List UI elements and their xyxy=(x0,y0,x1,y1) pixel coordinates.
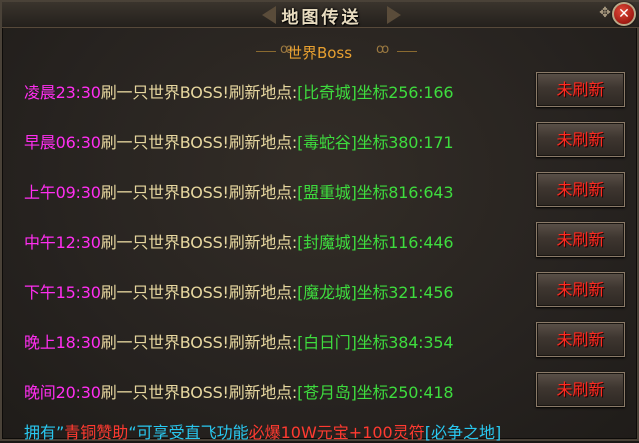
refresh-status-button[interactable]: 未刷新 xyxy=(536,72,625,107)
row-desc: 刷一只世界BOSS!刷新地点: xyxy=(100,333,298,352)
title-ornament-right xyxy=(387,6,401,24)
footer-text-4: 必爆10W元宝+100灵符 xyxy=(248,423,425,442)
refresh-status-button[interactable]: 未刷新 xyxy=(536,322,625,357)
row-time: 下午15:30 xyxy=(24,283,101,302)
refresh-status-button[interactable]: 未刷新 xyxy=(536,272,625,307)
boss-row: 凌晨23:30刷一只世界BOSS!刷新地点:[比奇城]坐标256:166 未刷新 xyxy=(2,70,639,110)
divider-right xyxy=(397,51,417,52)
boss-row-text: 中午12:30刷一只世界BOSS!刷新地点:[封魔城]坐标116:446 xyxy=(24,229,454,253)
footer-link[interactable]: [必争之地] xyxy=(425,423,502,442)
swirl-right-icon: ꝏ xyxy=(376,42,390,57)
boss-row-text: 上午09:30刷一只世界BOSS!刷新地点:[盟重城]坐标816:643 xyxy=(24,179,454,203)
row-coord: 坐标250:418 xyxy=(356,383,454,402)
row-desc: 刷一只世界BOSS!刷新地点: xyxy=(100,233,298,252)
row-coord: 坐标816:643 xyxy=(356,183,454,202)
row-desc: 刷一只世界BOSS!刷新地点: xyxy=(100,183,298,202)
teleport-window: 地图传送 ✥ ✕ ꝏ 世界Boss ꝏ 凌晨23:30刷一只世界BOSS!刷新地… xyxy=(0,0,639,443)
boss-row-text: 晚间20:30刷一只世界BOSS!刷新地点:[苍月岛]坐标250:418 xyxy=(24,379,454,403)
row-coord: 坐标256:166 xyxy=(356,83,454,102)
row-desc: 刷一只世界BOSS!刷新地点: xyxy=(100,133,298,152)
boss-row: 晚上18:30刷一只世界BOSS!刷新地点:[白日门]坐标384:354 未刷新 xyxy=(2,320,639,360)
row-place: [封魔城] xyxy=(297,233,357,252)
section-header: ꝏ 世界Boss ꝏ xyxy=(2,42,637,62)
row-place: [白日门] xyxy=(297,333,357,352)
refresh-status-button[interactable]: 未刷新 xyxy=(536,122,625,157)
close-button[interactable]: ✕ xyxy=(612,2,636,26)
boss-row: 上午09:30刷一只世界BOSS!刷新地点:[盟重城]坐标816:643 未刷新 xyxy=(2,170,639,210)
boss-row-text: 下午15:30刷一只世界BOSS!刷新地点:[魔龙城]坐标321:456 xyxy=(24,279,454,303)
row-desc: 刷一只世界BOSS!刷新地点: xyxy=(100,383,298,402)
boss-row: 下午15:30刷一只世界BOSS!刷新地点:[魔龙城]坐标321:456 未刷新 xyxy=(2,270,639,310)
row-place: [盟重城] xyxy=(297,183,357,202)
row-coord: 坐标116:446 xyxy=(356,233,454,252)
footer-text-1: 拥有” xyxy=(24,423,65,442)
row-time: 凌晨23:30 xyxy=(24,83,101,102)
boss-row: 早晨06:30刷一只世界BOSS!刷新地点:[毒蛇谷]坐标380:171 未刷新 xyxy=(2,120,639,160)
row-place: [毒蛇谷] xyxy=(297,133,357,152)
boss-row-text: 凌晨23:30刷一只世界BOSS!刷新地点:[比奇城]坐标256:166 xyxy=(24,79,454,103)
sponsor-footer: 拥有”青铜赞助“可享受直飞功能必爆10W元宝+100灵符[必争之地] xyxy=(24,419,501,443)
row-desc: 刷一只世界BOSS!刷新地点: xyxy=(100,83,298,102)
row-place: [苍月岛] xyxy=(297,383,357,402)
row-coord: 坐标380:171 xyxy=(356,133,454,152)
boss-row: 晚间20:30刷一只世界BOSS!刷新地点:[苍月岛]坐标250:418 未刷新 xyxy=(2,370,639,410)
footer-text-3: “可享受直飞功能 xyxy=(128,423,249,442)
boss-row-text: 晚上18:30刷一只世界BOSS!刷新地点:[白日门]坐标384:354 xyxy=(24,329,454,353)
title-bar[interactable]: 地图传送 xyxy=(2,2,639,28)
refresh-status-button[interactable]: 未刷新 xyxy=(536,222,625,257)
close-icon: ✕ xyxy=(618,6,630,22)
row-time: 中午12:30 xyxy=(24,233,101,252)
close-area: ✥ ✕ xyxy=(596,0,639,30)
row-time: 上午09:30 xyxy=(24,183,101,202)
row-place: [魔龙城] xyxy=(297,283,357,302)
row-place: [比奇城] xyxy=(297,83,357,102)
row-desc: 刷一只世界BOSS!刷新地点: xyxy=(100,283,298,302)
refresh-status-button[interactable]: 未刷新 xyxy=(536,372,625,407)
boss-row: 中午12:30刷一只世界BOSS!刷新地点:[封魔城]坐标116:446 未刷新 xyxy=(2,220,639,260)
swirl-left-icon: ꝏ xyxy=(280,42,294,57)
row-coord: 坐标321:456 xyxy=(356,283,454,302)
footer-text-2: 青铜赞助 xyxy=(64,423,129,442)
row-coord: 坐标384:354 xyxy=(356,333,454,352)
divider-left xyxy=(256,51,276,52)
row-time: 早晨06:30 xyxy=(24,133,101,152)
row-time: 晚间20:30 xyxy=(24,383,101,402)
row-time: 晚上18:30 xyxy=(24,333,101,352)
refresh-status-button[interactable]: 未刷新 xyxy=(536,172,625,207)
boss-row-text: 早晨06:30刷一只世界BOSS!刷新地点:[毒蛇谷]坐标380:171 xyxy=(24,129,454,153)
window-title: 地图传送 xyxy=(281,8,362,28)
